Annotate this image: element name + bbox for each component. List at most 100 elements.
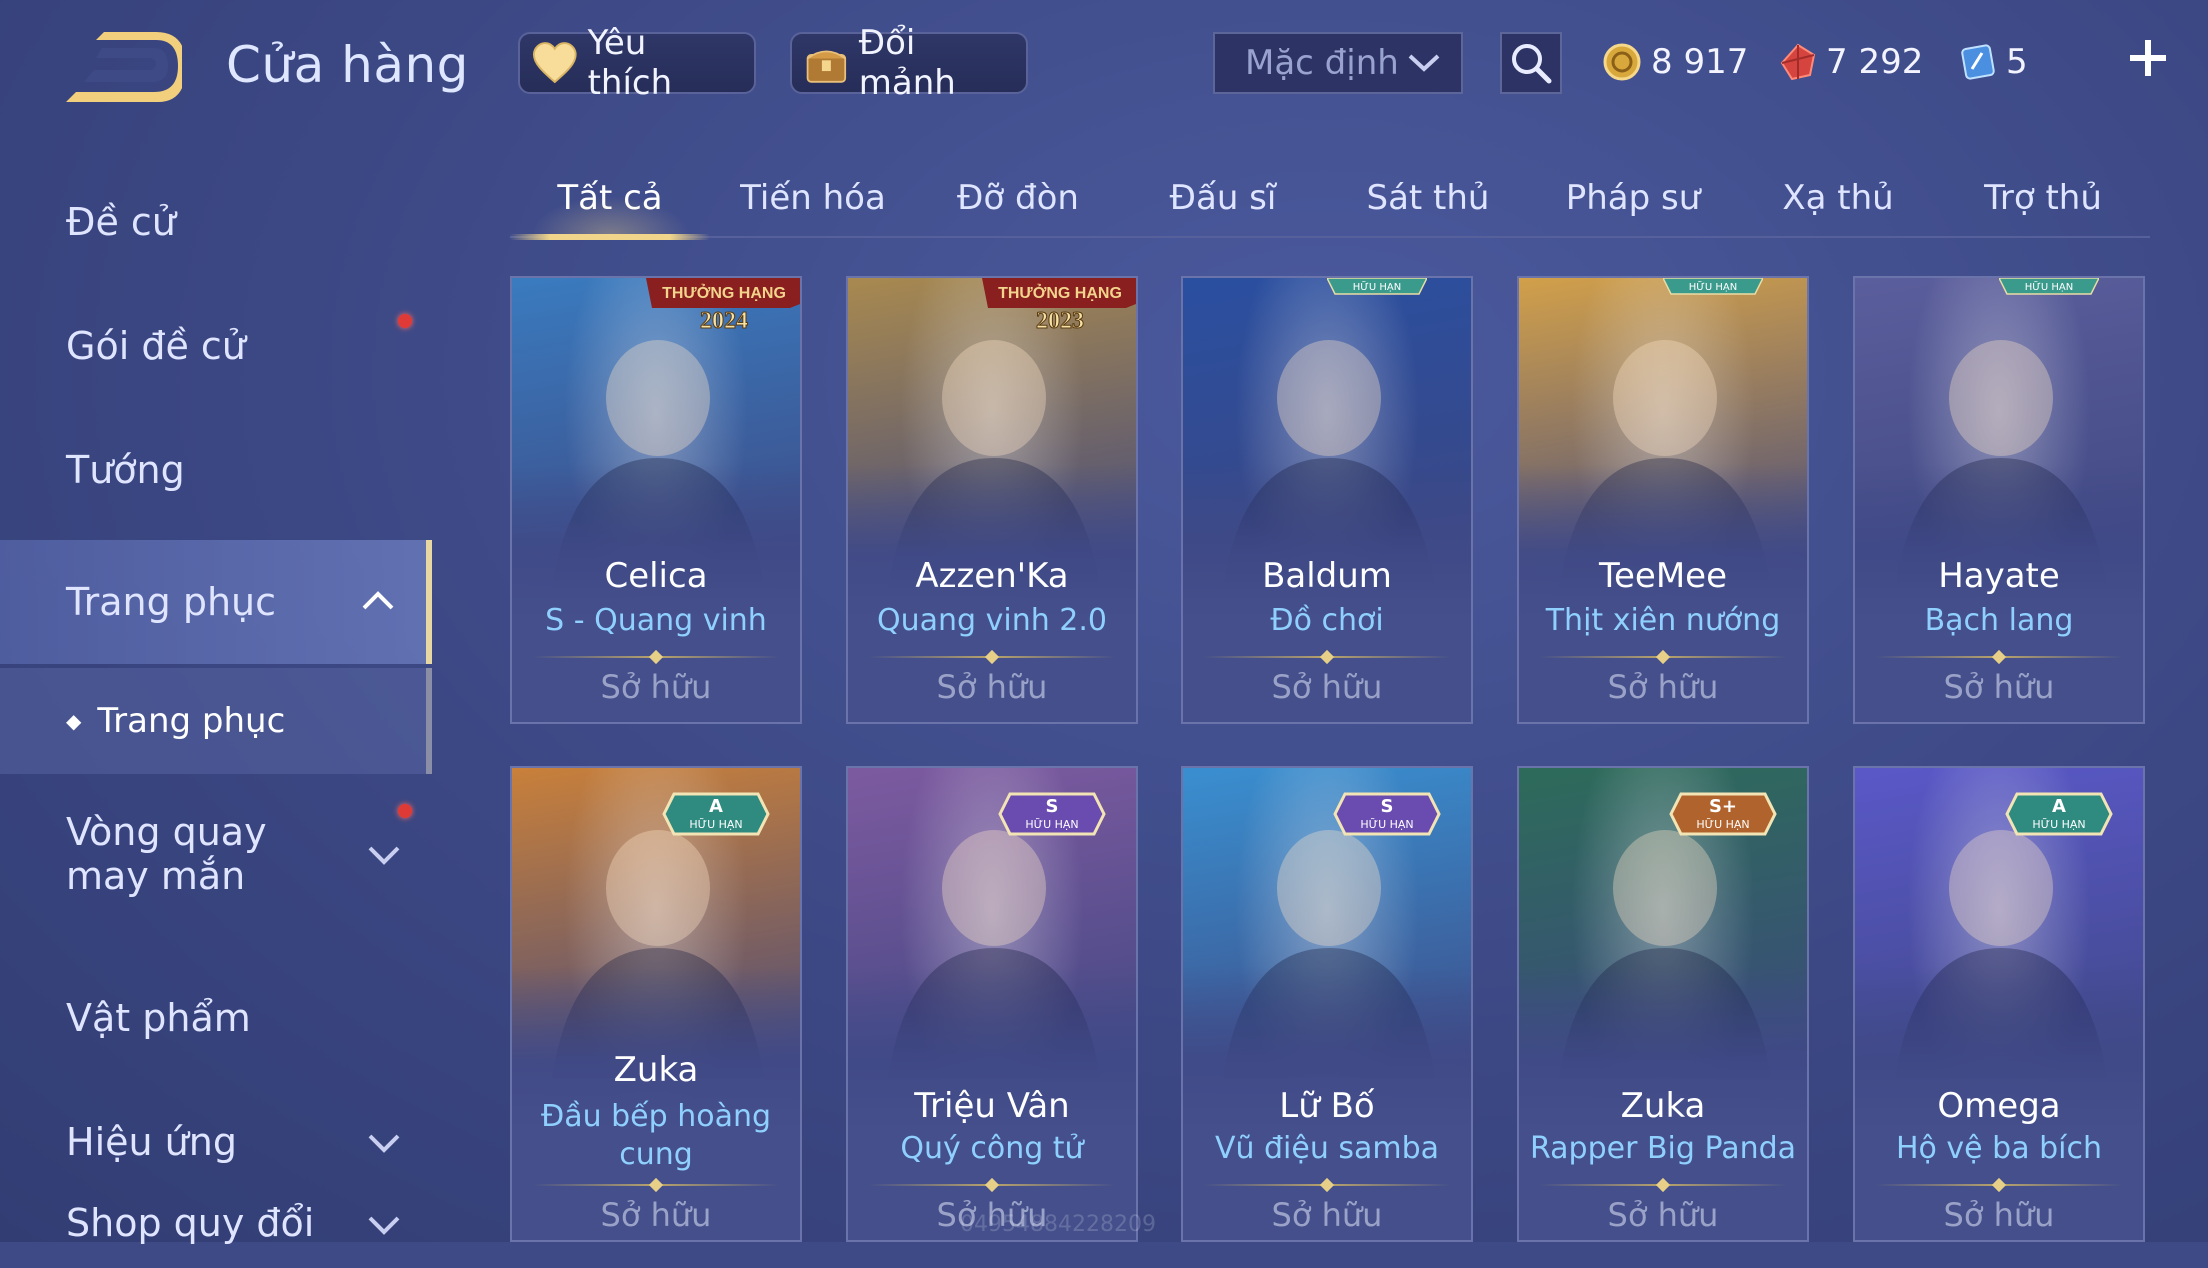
category-sidebar: Đề cử Gói đề cử Tướng Trang phục ◆ Trang… xyxy=(0,160,432,1245)
skin-name: Hộ vệ ba bích xyxy=(1895,1131,2103,1166)
svg-text:THƯỞNG HẠNG: THƯỞNG HẠNG xyxy=(662,283,786,302)
hero-name: Azzen'Ka xyxy=(915,556,1069,596)
tier-badge-icon: S+HỮU HẠN xyxy=(1669,792,1777,836)
sidebar-item-recommended[interactable]: Đề cử xyxy=(0,160,432,284)
hero-name: Zuka xyxy=(1620,1086,1706,1126)
sidebar-item-label: Gói đề cử xyxy=(66,324,246,368)
skin-card[interactable]: HỮU HẠN Baldum Đồ chơi Sở hữu xyxy=(1181,276,1473,724)
ownership-status: Sở hữu xyxy=(1271,668,1383,706)
ranked-reward-ribbon: THƯỞNG HẠNG 2024 xyxy=(646,278,800,335)
sidebar-subitem-skins[interactable]: ◆ Trang phục xyxy=(0,668,432,774)
tab-support[interactable]: Trợ thủ xyxy=(1943,160,2143,236)
ranked-reward-ribbon: THƯỞNG HẠNG 2023 xyxy=(982,278,1136,335)
svg-text:A: A xyxy=(2052,796,2066,817)
role-filter-tabs: Tất cả Tiến hóa Đỡ đòn Đấu sĩ Sát thủ Ph… xyxy=(510,160,2150,240)
tab-marksman[interactable]: Xạ thủ xyxy=(1738,160,1938,236)
exchange-shards-button[interactable]: Đổi mảnh xyxy=(790,23,1028,103)
chevron-down-icon xyxy=(368,846,400,865)
hero-name: Lữ Bố xyxy=(1279,1086,1375,1126)
skin-card[interactable]: THƯỞNG HẠNG 2024 Celica S - Quang vinh Sở hữ… xyxy=(510,276,802,724)
plus-icon xyxy=(2130,40,2166,76)
ownership-status: Sở hữu xyxy=(1943,1196,2055,1234)
skin-card[interactable]: A HỮU HẠN Omega Hộ vệ ba bích Sở hữu xyxy=(1853,766,2145,1242)
skin-card[interactable]: A HỮU HẠN Zuka Đầu bếp hoàng cung Sở hữu xyxy=(510,766,802,1242)
top-up-button[interactable] xyxy=(2118,28,2178,88)
svg-text:HỮU HẠN: HỮU HẠN xyxy=(1696,818,1749,831)
sidebar-item-skins[interactable]: Trang phục xyxy=(0,540,432,664)
tab-label: Đỡ đòn xyxy=(957,178,1079,218)
limited-tag: HỮU HẠN xyxy=(1327,278,1427,295)
hero-name: Zuka xyxy=(613,1050,699,1090)
hero-name: Celica xyxy=(604,556,708,596)
sidebar-item-heroes[interactable]: Tướng xyxy=(0,408,432,532)
svg-text:HỮU HẠN: HỮU HẠN xyxy=(689,818,742,831)
favorites-label: Yêu thích xyxy=(587,23,673,103)
gold-balance: 8 917 xyxy=(1603,34,1748,90)
gold-amount: 8 917 xyxy=(1651,42,1749,82)
sidebar-item-label: Vật phẩm xyxy=(66,996,251,1040)
sidebar-item-label: Hiệu ứng xyxy=(66,1120,237,1164)
chevron-down-icon xyxy=(368,1216,400,1235)
voucher-icon xyxy=(1961,44,1995,80)
favorites-button[interactable]: Yêu thích xyxy=(518,23,756,103)
tier-badge-icon: AHỮU HẠN xyxy=(2005,792,2113,836)
skin-card[interactable]: HỮU HẠN Hayate Bạch lang Sở hữu xyxy=(1853,276,2145,724)
skin-card[interactable]: S+ HỮU HẠN Zuka Rapper Big Panda Sở hữu xyxy=(1517,766,1809,1242)
notification-dot xyxy=(398,804,412,818)
tab-all[interactable]: Tất cả xyxy=(510,160,710,240)
sidebar-item-exchange-shop[interactable]: Shop quy đổi xyxy=(0,1178,432,1268)
tab-label: Trợ thủ xyxy=(1984,178,2102,218)
ownership-status: Sở hữu xyxy=(1607,668,1719,706)
search-icon xyxy=(1512,44,1552,84)
sort-value: Mặc định xyxy=(1245,43,1399,83)
svg-text:HỮU HẠN: HỮU HẠN xyxy=(2025,280,2073,293)
svg-text:S: S xyxy=(1381,796,1394,817)
skin-name: Quang vinh 2.0 xyxy=(877,603,1107,638)
bullet-diamond-icon: ◆ xyxy=(66,709,82,733)
sidebar-item-lucky-wheel[interactable]: Vòng quay may mắn xyxy=(0,784,432,924)
tab-label: Tất cả xyxy=(557,178,663,218)
treasure-chest-icon xyxy=(806,50,847,83)
svg-text:HỮU HẠN: HỮU HẠN xyxy=(1353,280,1401,293)
voucher-amount: 5 xyxy=(2006,42,2028,82)
ownership-status: Sở hữu xyxy=(936,668,1048,706)
limited-tag: HỮU HẠN xyxy=(1663,278,1763,295)
tab-label: Pháp sư xyxy=(1565,178,1701,218)
svg-text:2023: 2023 xyxy=(1036,308,1084,334)
svg-text:A: A xyxy=(709,796,723,817)
svg-text:HỮU HẠN: HỮU HẠN xyxy=(1360,818,1413,831)
sidebar-item-items[interactable]: Vật phẩm xyxy=(0,956,432,1080)
search-button[interactable] xyxy=(1500,32,1562,94)
voucher-balance: 5 xyxy=(1960,34,2028,90)
skin-name: Đồ chơi xyxy=(1270,603,1384,638)
back-button[interactable] xyxy=(62,30,186,110)
sidebar-item-label: Vòng quay may mắn xyxy=(66,810,267,898)
sort-dropdown[interactable]: Mặc định xyxy=(1213,32,1463,94)
sidebar-item-recommended-bundles[interactable]: Gói đề cử xyxy=(0,284,432,408)
ruby-amount: 7 292 xyxy=(1826,42,1924,82)
svg-text:2024: 2024 xyxy=(700,308,748,334)
skin-name: Vũ điệu samba xyxy=(1214,1131,1440,1166)
sidebar-item-label: Tướng xyxy=(66,448,185,492)
sidebar-item-label: Shop quy đổi xyxy=(66,1201,315,1245)
tab-fighter[interactable]: Đấu sĩ xyxy=(1123,160,1323,236)
tab-label: Sát thủ xyxy=(1366,178,1490,218)
svg-text:HỮU HẠN: HỮU HẠN xyxy=(2032,818,2085,831)
hero-name: TeeMee xyxy=(1599,556,1727,596)
hero-name: Baldum xyxy=(1262,556,1392,596)
tab-label: Xạ thủ xyxy=(1782,178,1894,218)
tab-mage[interactable]: Pháp sư xyxy=(1533,160,1733,236)
skin-name: Bạch lang xyxy=(1924,603,2074,638)
sidebar-subitem-label: Trang phục xyxy=(97,701,286,741)
skin-card[interactable]: S HỮU HẠN Triệu Vân Quý công tử Sở hữu xyxy=(846,766,1138,1242)
svg-text:THƯỞNG HẠNG: THƯỞNG HẠNG xyxy=(998,283,1122,302)
tab-evolution[interactable]: Tiến hóa xyxy=(713,160,913,236)
ownership-status: Sở hữu xyxy=(600,668,712,706)
sidebar-item-label: Đề cử xyxy=(66,200,176,244)
skin-card[interactable]: HỮU HẠN TeeMee Thịt xiên nướng Sở hữu xyxy=(1517,276,1809,724)
tab-assassin[interactable]: Sát thủ xyxy=(1328,160,1528,236)
chevron-down-icon xyxy=(1408,54,1440,72)
tab-tank[interactable]: Đỡ đòn xyxy=(918,160,1118,236)
skin-card[interactable]: S HỮU HẠN Lữ Bố Vũ điệu samba Sở hữu xyxy=(1181,766,1473,1242)
skin-card[interactable]: THƯỞNG HẠNG 2023 Azzen'Ka Quang vinh 2.0 Sở … xyxy=(846,276,1138,724)
